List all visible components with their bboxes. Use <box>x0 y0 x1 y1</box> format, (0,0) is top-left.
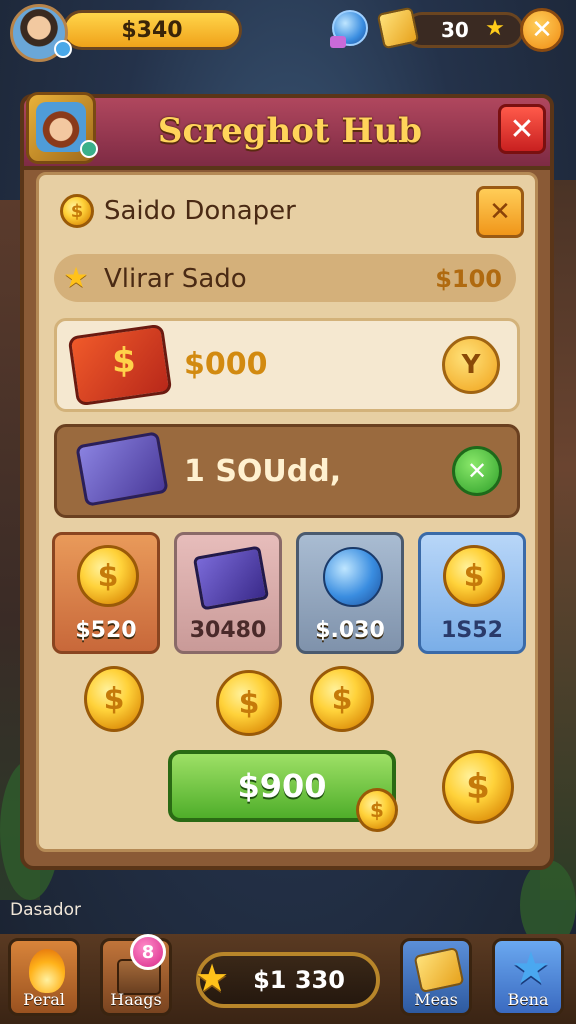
balance-value: $1 330 <box>253 966 345 994</box>
star-icon: ★ <box>63 261 89 294</box>
star-icon: ★ <box>511 943 551 994</box>
coin-balance-value: $340 <box>121 17 183 43</box>
coin-button-icon: Y <box>461 350 481 380</box>
book-offer-button[interactable]: ✕ <box>452 446 502 496</box>
gem-ribbon-icon <box>330 36 346 48</box>
shop-tile-bomb[interactable]: $.030 <box>296 532 404 654</box>
gold-cube-icon <box>413 946 465 994</box>
close-icon: ✕ <box>531 15 553 45</box>
shop-tile-coin-premium[interactable]: $ 1S52 <box>418 532 526 654</box>
top-close-button[interactable]: ✕ <box>520 8 564 52</box>
row2-label: Vlirar Sado <box>104 264 247 294</box>
coin-icon: $ <box>356 788 398 832</box>
tile-price: $.030 <box>315 618 385 643</box>
dollar-icon: $ <box>112 341 136 381</box>
nav-label: Meas <box>414 990 458 1009</box>
nav-label: Bena <box>507 990 549 1009</box>
coin-icon: $ <box>310 666 374 732</box>
star-icon: ★ <box>485 16 505 41</box>
coin-icon: $ <box>77 545 139 607</box>
wallet-offer-value: $000 <box>184 347 268 382</box>
close-icon: ✕ <box>466 457 488 485</box>
coin-balance-bar[interactable]: $340 <box>62 10 242 50</box>
panel-title: Screghot Hub <box>157 111 423 151</box>
wallet-offer-button[interactable]: Y <box>442 336 500 394</box>
coin-icon: $ <box>60 194 94 228</box>
row2-value: $100 <box>435 265 502 293</box>
header-avatar <box>36 102 86 152</box>
book-icon <box>192 545 270 611</box>
coin-icon: $ <box>443 545 505 607</box>
shop-tile-coin[interactable]: $ $520 <box>52 532 160 654</box>
nav-peral-button[interactable]: Peral <box>8 938 80 1016</box>
notification-badge: 8 <box>130 934 166 970</box>
nav-bena-button[interactable]: ★ Bena <box>492 938 564 1016</box>
gold-cube-icon <box>376 6 420 50</box>
close-icon: ✕ <box>509 111 535 147</box>
panel-close-button[interactable]: ✕ <box>498 104 546 154</box>
nav-label: Peral <box>23 990 65 1009</box>
avatar-badge-icon <box>54 40 72 58</box>
star-icon: ★ <box>194 956 230 1000</box>
nav-label: Haags <box>110 990 162 1009</box>
tile-price: 1S52 <box>441 618 503 643</box>
tile-price: $520 <box>75 618 137 643</box>
row1-label: Saido Donaper <box>104 196 296 226</box>
flame-icon <box>29 949 65 993</box>
row1-close-button[interactable]: ✕ <box>476 186 524 238</box>
close-icon: ✕ <box>489 197 511 227</box>
shop-tile-book[interactable]: 30480 <box>174 532 282 654</box>
tile-price: 30480 <box>189 618 267 643</box>
coin-icon: $ <box>216 670 282 736</box>
buy-button-label: $900 <box>237 767 327 805</box>
gem-count-pill[interactable]: 30 <box>404 12 524 48</box>
side-label: Dasador <box>10 900 81 920</box>
coin-icon: $ <box>442 750 514 824</box>
coin-icon: $ <box>84 666 144 732</box>
bomb-icon <box>323 547 383 607</box>
top-bar: $340 30 ★ ✕ <box>0 0 576 62</box>
gem-count-value: 30 <box>441 18 469 42</box>
header-avatar-badge-icon <box>80 140 98 158</box>
book-offer-value: 1 SOUdd, <box>184 454 342 489</box>
nav-meas-button[interactable]: Meas <box>400 938 472 1016</box>
